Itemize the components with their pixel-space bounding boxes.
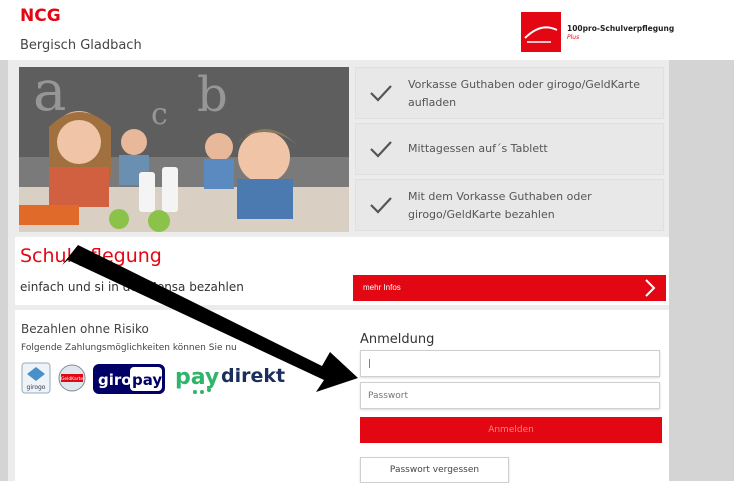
checkmark-icon	[370, 85, 392, 102]
banner-title: Schul pflegung	[20, 245, 162, 267]
girogo-text: girogo	[27, 384, 46, 391]
username-field[interactable]	[360, 350, 660, 377]
paydirekt-text-a: pay	[175, 365, 219, 390]
school-city: Bergisch Gladbach	[20, 38, 142, 53]
more-info-label: mehr Infos	[363, 283, 401, 292]
payment-subtitle: Folgende Zahlungsmöglichkeiten können Si…	[21, 343, 237, 353]
page-gutter-right	[669, 60, 734, 481]
checkmark-icon	[370, 197, 392, 214]
page-gutter-left	[0, 60, 8, 481]
girogo-logo: girogo	[21, 362, 51, 396]
giropay-text-b: pay	[132, 371, 162, 389]
forgot-password-button[interactable]: Passwort vergessen	[360, 457, 509, 483]
chalk-letter: b	[197, 67, 228, 123]
hero-image: a b c	[19, 67, 349, 232]
info-banner: Schul pflegung einfach und si in der Men…	[15, 237, 669, 305]
payment-title: Bezahlen ohne Risiko	[21, 322, 149, 336]
logo-text: 100pro-Schulverpflegung	[567, 24, 675, 33]
site-header: NCG Bergisch Gladbach 100pro-Schulverpfl…	[0, 0, 734, 60]
checkmark-icon	[370, 141, 392, 158]
paydirekt-text-b: direkt	[221, 365, 285, 387]
more-info-button[interactable]: mehr Infos	[353, 275, 666, 301]
login-title: Anmeldung	[360, 332, 435, 347]
geldkarte-logo: GeldKarte	[57, 362, 87, 396]
chalk-letter: c	[151, 97, 168, 132]
schulverpflegung-logo[interactable]: 100pro-Schulverpflegung Plus	[521, 12, 681, 52]
logo-mark-icon	[521, 12, 561, 52]
lower-panel: Bezahlen ohne Risiko Folgende Zahlungsmö…	[15, 310, 669, 483]
giropay-logo: giro pay	[93, 364, 165, 394]
banner-subtitle: einfach und si in der Mensa bezahlen	[20, 280, 244, 294]
geldkarte-text: GeldKarte	[61, 376, 84, 382]
feature-text: Mit dem Vorkasse Guthaben oder girogo/Ge…	[408, 190, 592, 221]
feature-text: Mittagessen auf´s Tablett	[408, 142, 548, 155]
feature-pay: Mit dem Vorkasse Guthaben oder girogo/Ge…	[355, 179, 664, 231]
feature-text: Vorkasse Guthaben oder girogo/GeldKarte …	[408, 78, 640, 109]
logo-plus: Plus	[567, 34, 580, 41]
paydirekt-logo: pay direkt	[173, 362, 285, 396]
giropay-text-a: giro	[98, 371, 132, 389]
feature-topup: Vorkasse Guthaben oder girogo/GeldKarte …	[355, 67, 664, 119]
feature-tray: Mittagessen auf´s Tablett	[355, 123, 664, 175]
chevron-right-icon	[645, 279, 656, 297]
password-field[interactable]	[360, 382, 660, 409]
payment-logos: girogo GeldKarte giro pay pay direkt	[21, 362, 341, 396]
school-name: NCG	[20, 6, 61, 26]
login-button[interactable]: Anmelden	[360, 417, 662, 443]
children-photo-illustration	[19, 67, 349, 232]
chalk-letter: a	[33, 67, 67, 124]
